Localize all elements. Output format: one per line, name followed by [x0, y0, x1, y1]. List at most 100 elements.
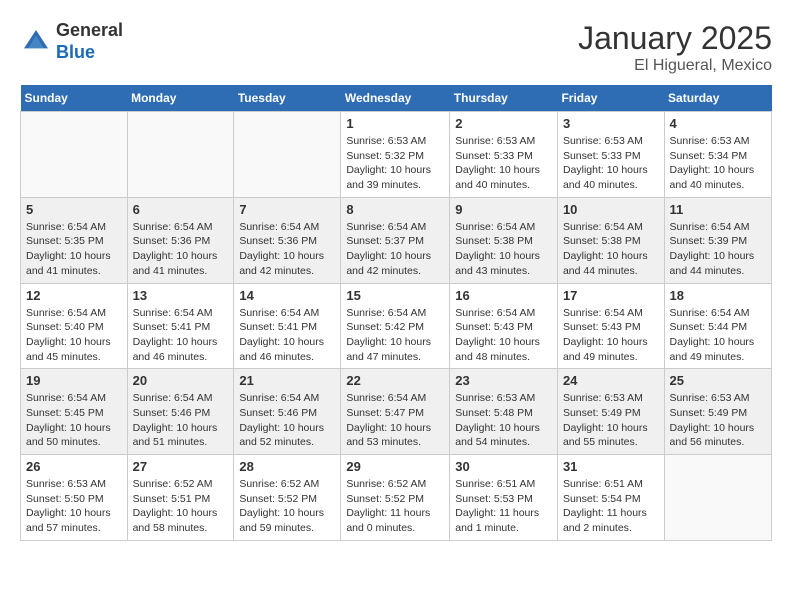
- day-number: 19: [26, 373, 122, 388]
- calendar-cell: [127, 112, 234, 198]
- weekday-header-row: SundayMondayTuesdayWednesdayThursdayFrid…: [21, 85, 772, 112]
- calendar-cell: 20 Sunrise: 6:54 AM Sunset: 5:46 PM Dayli…: [127, 369, 234, 455]
- calendar-cell: 11 Sunrise: 6:54 AM Sunset: 5:39 PM Dayli…: [664, 197, 771, 283]
- day-info: Sunrise: 6:53 AM Sunset: 5:33 PM Dayligh…: [455, 134, 552, 193]
- day-number: 9: [455, 202, 552, 217]
- day-number: 30: [455, 459, 552, 474]
- day-number: 10: [563, 202, 659, 217]
- calendar-cell: [664, 455, 771, 541]
- calendar-cell: 30 Sunrise: 6:51 AM Sunset: 5:53 PM Dayli…: [450, 455, 558, 541]
- day-number: 23: [455, 373, 552, 388]
- day-info: Sunrise: 6:54 AM Sunset: 5:36 PM Dayligh…: [133, 220, 229, 279]
- calendar-cell: 21Sunrise: 6:54 AM Sunset: 5:46 PM Dayli…: [234, 369, 341, 455]
- calendar-week-2: 5 Sunrise: 6:54 AM Sunset: 5:35 PM Daylig…: [21, 197, 772, 283]
- day-info: Sunrise: 6:54 AM Sunset: 5:45 PM Dayligh…: [26, 391, 122, 450]
- calendar-cell: 8Sunrise: 6:54 AM Sunset: 5:37 PM Daylig…: [341, 197, 450, 283]
- weekday-header-sunday: Sunday: [21, 85, 128, 112]
- day-info: Sunrise: 6:53 AM Sunset: 5:48 PM Dayligh…: [455, 391, 552, 450]
- day-number: 7: [239, 202, 335, 217]
- logo-blue: Blue: [56, 42, 95, 62]
- calendar-cell: 9 Sunrise: 6:54 AM Sunset: 5:38 PM Daylig…: [450, 197, 558, 283]
- calendar-week-3: 12Sunrise: 6:54 AM Sunset: 5:40 PM Dayli…: [21, 283, 772, 369]
- day-info: Sunrise: 6:54 AM Sunset: 5:39 PM Dayligh…: [670, 220, 766, 279]
- calendar-cell: 13 Sunrise: 6:54 AM Sunset: 5:41 PM Dayli…: [127, 283, 234, 369]
- calendar-cell: 10 Sunrise: 6:54 AM Sunset: 5:38 PM Dayli…: [557, 197, 664, 283]
- logo: General Blue: [20, 20, 123, 63]
- calendar-cell: 3Sunrise: 6:53 AM Sunset: 5:33 PM Daylig…: [557, 112, 664, 198]
- calendar-cell: 15Sunrise: 6:54 AM Sunset: 5:42 PM Dayli…: [341, 283, 450, 369]
- calendar-cell: 14Sunrise: 6:54 AM Sunset: 5:41 PM Dayli…: [234, 283, 341, 369]
- day-info: Sunrise: 6:54 AM Sunset: 5:36 PM Dayligh…: [239, 220, 335, 279]
- calendar-cell: 5 Sunrise: 6:54 AM Sunset: 5:35 PM Daylig…: [21, 197, 128, 283]
- day-info: Sunrise: 6:54 AM Sunset: 5:41 PM Dayligh…: [133, 306, 229, 365]
- day-info: Sunrise: 6:52 AM Sunset: 5:52 PM Dayligh…: [346, 477, 444, 536]
- day-number: 5: [26, 202, 122, 217]
- calendar-cell: 23 Sunrise: 6:53 AM Sunset: 5:48 PM Dayli…: [450, 369, 558, 455]
- day-number: 15: [346, 288, 444, 303]
- calendar-table: SundayMondayTuesdayWednesdayThursdayFrid…: [20, 85, 772, 541]
- day-number: 12: [26, 288, 122, 303]
- calendar-cell: 16Sunrise: 6:54 AM Sunset: 5:43 PM Dayli…: [450, 283, 558, 369]
- calendar-week-5: 26 Sunrise: 6:53 AM Sunset: 5:50 PM Dayli…: [21, 455, 772, 541]
- day-number: 14: [239, 288, 335, 303]
- day-number: 8: [346, 202, 444, 217]
- weekday-header-saturday: Saturday: [664, 85, 771, 112]
- calendar-header: SundayMondayTuesdayWednesdayThursdayFrid…: [21, 85, 772, 112]
- calendar-cell: 31Sunrise: 6:51 AM Sunset: 5:54 PM Dayli…: [557, 455, 664, 541]
- calendar-week-4: 19 Sunrise: 6:54 AM Sunset: 5:45 PM Dayli…: [21, 369, 772, 455]
- calendar-cell: 27Sunrise: 6:52 AM Sunset: 5:51 PM Dayli…: [127, 455, 234, 541]
- calendar-cell: 2 Sunrise: 6:53 AM Sunset: 5:33 PM Daylig…: [450, 112, 558, 198]
- calendar-body: 1 Sunrise: 6:53 AM Sunset: 5:32 PM Daylig…: [21, 112, 772, 541]
- day-number: 27: [133, 459, 229, 474]
- day-number: 6: [133, 202, 229, 217]
- day-number: 28: [239, 459, 335, 474]
- calendar-cell: 4 Sunrise: 6:53 AM Sunset: 5:34 PM Daylig…: [664, 112, 771, 198]
- day-number: 11: [670, 202, 766, 217]
- calendar-cell: 7 Sunrise: 6:54 AM Sunset: 5:36 PM Daylig…: [234, 197, 341, 283]
- logo-general: General: [56, 20, 123, 40]
- day-info: Sunrise: 6:53 AM Sunset: 5:33 PM Dayligh…: [563, 134, 659, 193]
- day-number: 25: [670, 373, 766, 388]
- calendar-title: January 2025: [578, 20, 772, 57]
- day-number: 24: [563, 373, 659, 388]
- calendar-cell: 28 Sunrise: 6:52 AM Sunset: 5:52 PM Dayli…: [234, 455, 341, 541]
- calendar-cell: 6 Sunrise: 6:54 AM Sunset: 5:36 PM Daylig…: [127, 197, 234, 283]
- day-info: Sunrise: 6:51 AM Sunset: 5:53 PM Dayligh…: [455, 477, 552, 536]
- calendar-cell: 17Sunrise: 6:54 AM Sunset: 5:43 PM Dayli…: [557, 283, 664, 369]
- day-info: Sunrise: 6:54 AM Sunset: 5:46 PM Dayligh…: [133, 391, 229, 450]
- day-number: 22: [346, 373, 444, 388]
- calendar-cell: 25 Sunrise: 6:53 AM Sunset: 5:49 PM Dayli…: [664, 369, 771, 455]
- calendar-cell: 29 Sunrise: 6:52 AM Sunset: 5:52 PM Dayli…: [341, 455, 450, 541]
- calendar-cell: [234, 112, 341, 198]
- weekday-header-tuesday: Tuesday: [234, 85, 341, 112]
- day-number: 4: [670, 116, 766, 131]
- day-info: Sunrise: 6:52 AM Sunset: 5:52 PM Dayligh…: [239, 477, 335, 536]
- page-header: General Blue January 2025 El Higueral, M…: [20, 20, 772, 75]
- day-number: 2: [455, 116, 552, 131]
- title-block: January 2025 El Higueral, Mexico: [578, 20, 772, 75]
- day-info: Sunrise: 6:53 AM Sunset: 5:32 PM Dayligh…: [346, 134, 444, 193]
- weekday-header-wednesday: Wednesday: [341, 85, 450, 112]
- weekday-header-friday: Friday: [557, 85, 664, 112]
- day-info: Sunrise: 6:54 AM Sunset: 5:38 PM Dayligh…: [455, 220, 552, 279]
- day-info: Sunrise: 6:54 AM Sunset: 5:43 PM Dayligh…: [563, 306, 659, 365]
- calendar-cell: [21, 112, 128, 198]
- day-number: 13: [133, 288, 229, 303]
- day-info: Sunrise: 6:54 AM Sunset: 5:38 PM Dayligh…: [563, 220, 659, 279]
- day-info: Sunrise: 6:53 AM Sunset: 5:49 PM Dayligh…: [563, 391, 659, 450]
- day-number: 1: [346, 116, 444, 131]
- day-info: Sunrise: 6:53 AM Sunset: 5:34 PM Dayligh…: [670, 134, 766, 193]
- weekday-header-monday: Monday: [127, 85, 234, 112]
- day-info: Sunrise: 6:51 AM Sunset: 5:54 PM Dayligh…: [563, 477, 659, 536]
- calendar-cell: 24 Sunrise: 6:53 AM Sunset: 5:49 PM Dayli…: [557, 369, 664, 455]
- day-info: Sunrise: 6:53 AM Sunset: 5:50 PM Dayligh…: [26, 477, 122, 536]
- calendar-cell: 1 Sunrise: 6:53 AM Sunset: 5:32 PM Daylig…: [341, 112, 450, 198]
- day-info: Sunrise: 6:54 AM Sunset: 5:43 PM Dayligh…: [455, 306, 552, 365]
- day-number: 26: [26, 459, 122, 474]
- calendar-cell: 19 Sunrise: 6:54 AM Sunset: 5:45 PM Dayli…: [21, 369, 128, 455]
- day-info: Sunrise: 6:54 AM Sunset: 5:35 PM Dayligh…: [26, 220, 122, 279]
- day-info: Sunrise: 6:53 AM Sunset: 5:49 PM Dayligh…: [670, 391, 766, 450]
- day-number: 29: [346, 459, 444, 474]
- weekday-header-thursday: Thursday: [450, 85, 558, 112]
- day-number: 20: [133, 373, 229, 388]
